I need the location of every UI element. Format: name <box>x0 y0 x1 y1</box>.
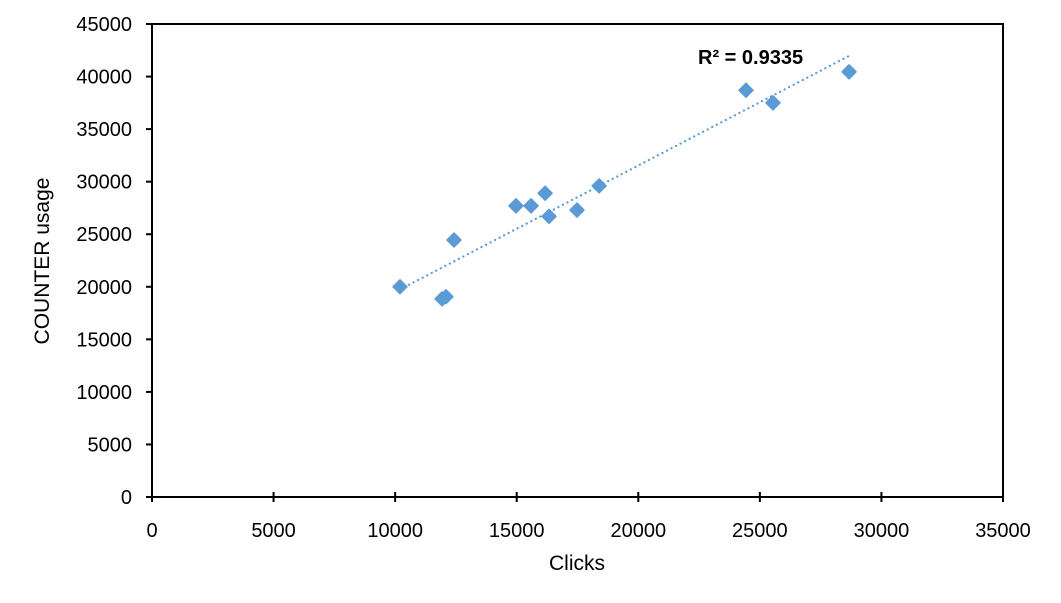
y-tick-label: 0 <box>121 487 132 509</box>
y-tick-label: 45000 <box>76 14 132 36</box>
x-tick-label: 0 <box>146 520 157 542</box>
y-axis: 0 5000 10000 15000 20000 25000 30000 35000 40000… <box>76 14 152 509</box>
y-tick-label: 25000 <box>76 224 132 246</box>
data-point <box>541 208 557 225</box>
data-point <box>392 279 408 295</box>
x-tick-label: 30000 <box>854 520 910 542</box>
data-point <box>765 95 781 111</box>
data-point <box>569 202 585 218</box>
data-point <box>523 198 539 214</box>
x-tick-label: 10000 <box>367 520 423 542</box>
plot-border <box>151 23 1004 498</box>
r-squared-label: R² = 0.9335 <box>698 47 803 69</box>
scatter-chart: 0 5000 10000 15000 20000 25000 30000 35000 0 500… <box>31 14 1031 575</box>
data-point <box>508 198 524 214</box>
trendline <box>398 54 851 291</box>
x-tick-label: 25000 <box>732 520 788 542</box>
data-point <box>841 64 857 80</box>
y-tick-label: 20000 <box>76 277 132 299</box>
x-tick-label: 5000 <box>251 520 296 542</box>
data-point <box>446 232 462 248</box>
x-tick-label: 15000 <box>489 520 545 542</box>
y-tick-label: 5000 <box>88 434 133 456</box>
x-tick-label: 20000 <box>610 520 666 542</box>
data-point <box>591 178 607 194</box>
y-tick-label: 35000 <box>76 119 132 141</box>
x-axis: 0 5000 10000 15000 20000 25000 30000 35000 <box>146 492 1031 542</box>
data-point <box>537 185 553 201</box>
y-tick-label: 15000 <box>76 329 132 351</box>
y-tick-label: 30000 <box>76 172 132 194</box>
y-tick-label: 10000 <box>76 382 132 404</box>
data-points <box>392 64 857 307</box>
y-axis-title: COUNTER usage <box>31 178 54 345</box>
plot-frame <box>151 23 1004 498</box>
trendline-path <box>398 54 851 291</box>
y-tick-label: 40000 <box>76 67 132 89</box>
data-point <box>738 82 754 98</box>
x-tick-label: 35000 <box>975 520 1031 542</box>
x-axis-title: Clicks <box>549 552 605 575</box>
